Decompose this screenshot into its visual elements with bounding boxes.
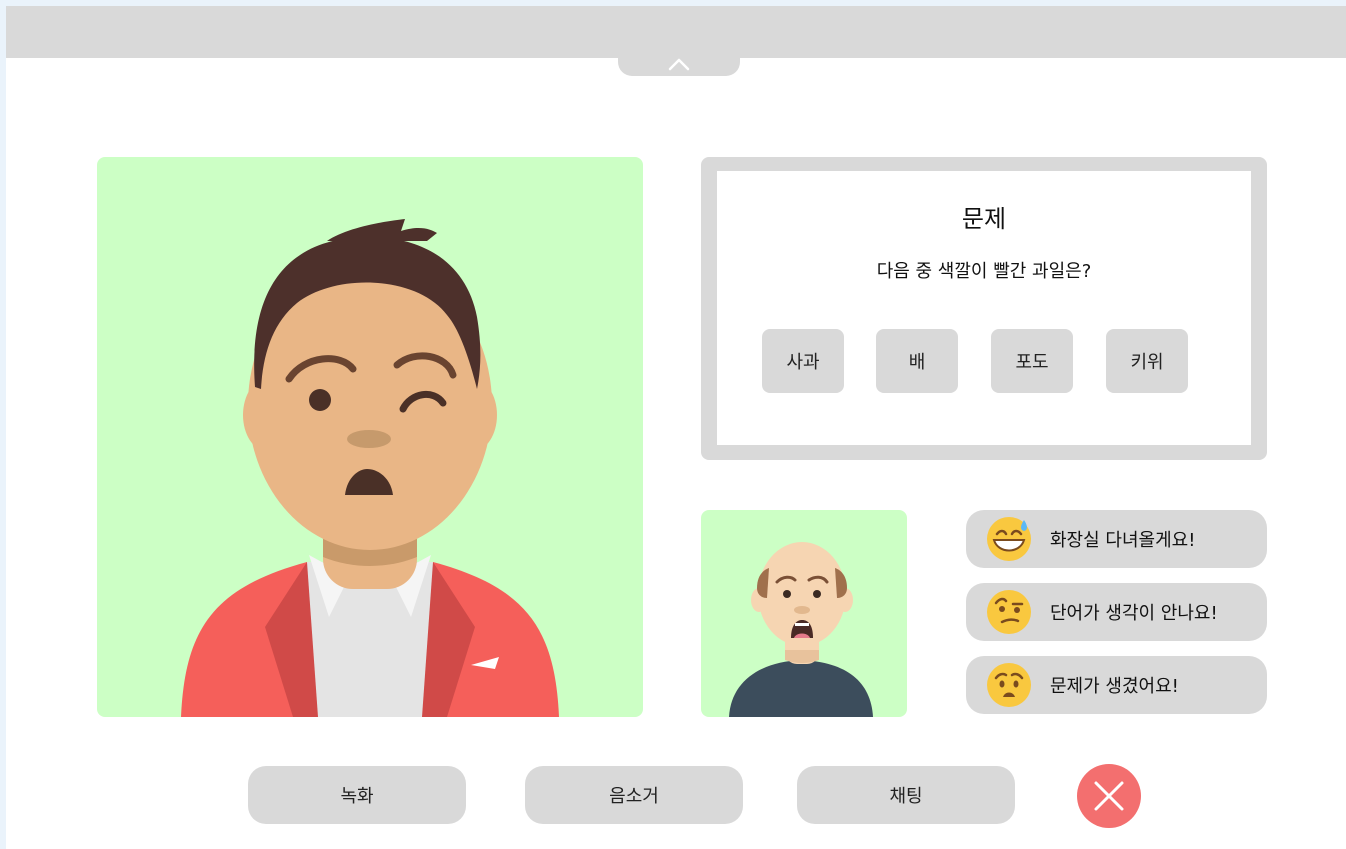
quiz-card: 문제 다음 중 색깔이 빨간 과일은? 사과 배 포도 키위 bbox=[717, 171, 1251, 445]
quiz-title: 문제 bbox=[961, 205, 1007, 233]
answer-option-2[interactable]: 배 bbox=[876, 329, 958, 393]
mute-button[interactable]: 음소거 bbox=[525, 766, 743, 824]
quick-message-label: 화장실 다녀올게요! bbox=[1050, 530, 1196, 551]
quick-message-list: 화장실 다녀올게요! 단어가 생각이 안나요! 문제가 생겼어요! bbox=[966, 510, 1267, 718]
record-button[interactable]: 녹화 bbox=[248, 766, 466, 824]
answer-option-1[interactable]: 사과 bbox=[762, 329, 844, 393]
chat-button[interactable]: 채팅 bbox=[797, 766, 1015, 824]
end-call-button[interactable] bbox=[1077, 764, 1141, 828]
quick-message-label: 단어가 생각이 안나요! bbox=[1050, 603, 1218, 624]
answer-option-3[interactable]: 포도 bbox=[991, 329, 1073, 393]
main-participant-avatar bbox=[181, 219, 559, 717]
self-participant-avatar bbox=[729, 542, 873, 717]
video-call-window: 문제 다음 중 색깔이 빨간 과일은? 사과 배 포도 키위 화장실 다녀올게요… bbox=[6, 6, 1346, 849]
chevron-up-icon bbox=[668, 58, 690, 71]
main-video-feed bbox=[97, 157, 643, 717]
collapse-toggle[interactable] bbox=[618, 52, 740, 76]
quick-message-forgot-word[interactable]: 단어가 생각이 안나요! bbox=[966, 583, 1267, 641]
raised-eyebrow-emoji-icon bbox=[987, 590, 1031, 634]
top-bar bbox=[6, 6, 1346, 58]
quick-message-restroom[interactable]: 화장실 다녀올게요! bbox=[966, 510, 1267, 568]
close-icon bbox=[1094, 781, 1124, 811]
answer-option-4[interactable]: 키위 bbox=[1106, 329, 1188, 393]
quick-message-problem[interactable]: 문제가 생겼어요! bbox=[966, 656, 1267, 714]
quiz-panel: 문제 다음 중 색깔이 빨간 과일은? 사과 배 포도 키위 bbox=[701, 157, 1267, 460]
self-video-feed bbox=[701, 510, 907, 717]
worried-emoji-icon bbox=[987, 663, 1031, 707]
quiz-question: 다음 중 색깔이 빨간 과일은? bbox=[876, 261, 1092, 282]
sweat-smile-emoji-icon bbox=[987, 517, 1031, 561]
quick-message-label: 문제가 생겼어요! bbox=[1050, 676, 1179, 697]
answer-options: 사과 배 포도 키위 bbox=[762, 329, 1212, 393]
